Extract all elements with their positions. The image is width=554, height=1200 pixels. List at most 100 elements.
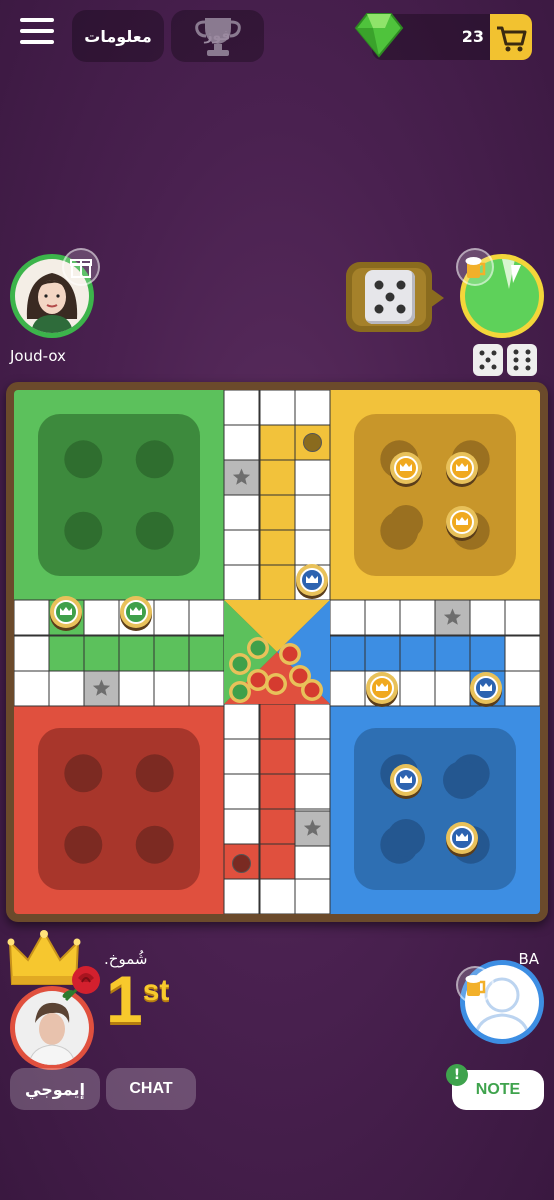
board-cell[interactable] bbox=[364, 635, 401, 672]
blue-base-inner bbox=[354, 728, 516, 890]
board-cell[interactable] bbox=[469, 635, 506, 672]
board-cell[interactable] bbox=[294, 529, 331, 566]
board-cell[interactable] bbox=[188, 670, 225, 707]
player-token[interactable] bbox=[250, 640, 266, 656]
board-cell[interactable] bbox=[294, 773, 331, 810]
player-token[interactable] bbox=[232, 684, 248, 700]
board-cell[interactable] bbox=[259, 703, 296, 740]
board-cell[interactable] bbox=[399, 635, 436, 672]
board-cell[interactable] bbox=[259, 843, 296, 880]
board-cell[interactable] bbox=[329, 599, 366, 636]
wins-button[interactable]: فوز bbox=[171, 10, 264, 62]
board-cell[interactable] bbox=[329, 635, 366, 672]
board-cell[interactable] bbox=[153, 635, 190, 672]
token-slot bbox=[389, 505, 423, 539]
info-button[interactable]: معلومات bbox=[72, 10, 164, 62]
chat-button-label: CHAT bbox=[129, 1080, 173, 1097]
player-token[interactable] bbox=[292, 668, 308, 684]
player-token[interactable] bbox=[232, 656, 248, 672]
gift-icon[interactable] bbox=[62, 248, 100, 286]
token-slot bbox=[64, 440, 103, 479]
board-cell[interactable] bbox=[294, 843, 331, 880]
board-cell[interactable] bbox=[188, 599, 225, 636]
dice-five-icon[interactable] bbox=[365, 270, 415, 324]
token-slot bbox=[135, 754, 174, 793]
gem-count: 23 bbox=[461, 27, 484, 46]
board-grid[interactable] bbox=[14, 390, 540, 914]
player-token[interactable] bbox=[282, 646, 298, 662]
board-cell[interactable] bbox=[259, 494, 296, 531]
board-cell[interactable] bbox=[294, 878, 331, 914]
board-cell[interactable] bbox=[223, 738, 260, 775]
note-button-label: NOTE bbox=[475, 1081, 521, 1098]
board-cell[interactable] bbox=[294, 459, 331, 496]
player-token[interactable] bbox=[304, 682, 320, 698]
board-cell[interactable] bbox=[399, 670, 436, 707]
board-cell[interactable] bbox=[294, 703, 331, 740]
board-cell[interactable] bbox=[294, 738, 331, 775]
board-cell[interactable] bbox=[294, 390, 331, 426]
board-cell[interactable] bbox=[223, 703, 260, 740]
board-cell[interactable] bbox=[469, 599, 506, 636]
board-cell[interactable] bbox=[223, 564, 260, 601]
board-cell[interactable] bbox=[48, 635, 85, 672]
board-cell[interactable] bbox=[223, 773, 260, 810]
board-cell[interactable] bbox=[223, 878, 260, 914]
board-cell[interactable] bbox=[48, 670, 85, 707]
board-cell[interactable] bbox=[223, 494, 260, 531]
board-cell[interactable] bbox=[259, 459, 296, 496]
board-cell[interactable] bbox=[153, 599, 190, 636]
board-cell[interactable] bbox=[259, 424, 296, 461]
shopping-cart-icon[interactable] bbox=[490, 14, 532, 60]
board-cell[interactable] bbox=[259, 529, 296, 566]
token-slot bbox=[387, 819, 425, 857]
board-cell[interactable] bbox=[223, 808, 260, 845]
globe-icon bbox=[232, 854, 251, 873]
board-cell[interactable] bbox=[434, 635, 471, 672]
board-cell[interactable] bbox=[434, 670, 471, 707]
token-slot bbox=[64, 754, 103, 793]
green-base-inner bbox=[38, 414, 200, 576]
emoji-button[interactable]: إيموجي bbox=[10, 1068, 100, 1110]
yellow-base-inner bbox=[354, 414, 516, 576]
board-cell[interactable] bbox=[153, 670, 190, 707]
menu-icon[interactable] bbox=[20, 18, 54, 48]
board-cell[interactable] bbox=[223, 424, 260, 461]
current-dice[interactable] bbox=[346, 262, 444, 332]
board-cell[interactable] bbox=[259, 390, 296, 426]
board-cell[interactable] bbox=[118, 670, 155, 707]
board-cell[interactable] bbox=[223, 529, 260, 566]
board-cell[interactable] bbox=[294, 494, 331, 531]
board-cell[interactable] bbox=[504, 670, 540, 707]
beer-mug-icon bbox=[456, 248, 494, 286]
player-token[interactable] bbox=[250, 672, 266, 688]
board-cell[interactable] bbox=[83, 599, 120, 636]
rank-badge: 1st bbox=[106, 966, 169, 1032]
board-cell[interactable] bbox=[259, 878, 296, 914]
rose-icon bbox=[62, 966, 100, 1002]
top-bar: معلومات فوز 23 bbox=[0, 0, 554, 80]
player-name-top-left: Joud-ox bbox=[10, 347, 66, 365]
board-cell[interactable] bbox=[14, 670, 50, 707]
note-alert-badge: ! bbox=[446, 1064, 468, 1086]
rank-suffix: st bbox=[142, 974, 170, 1007]
board-cell[interactable] bbox=[399, 599, 436, 636]
board-cell[interactable] bbox=[118, 635, 155, 672]
player-token[interactable] bbox=[268, 676, 284, 692]
board-cell[interactable] bbox=[14, 635, 50, 672]
token-slot bbox=[443, 761, 481, 799]
board-cell[interactable] bbox=[83, 635, 120, 672]
board-cell[interactable] bbox=[259, 808, 296, 845]
board-cell[interactable] bbox=[223, 390, 260, 426]
board-cell[interactable] bbox=[14, 599, 50, 636]
chat-button[interactable]: CHAT bbox=[106, 1068, 196, 1110]
board-cell[interactable] bbox=[188, 635, 225, 672]
board-cell[interactable] bbox=[329, 670, 366, 707]
red-base-inner bbox=[38, 728, 200, 890]
board-cell[interactable] bbox=[259, 738, 296, 775]
board-cell[interactable] bbox=[259, 564, 296, 601]
board-cell[interactable] bbox=[504, 599, 540, 636]
board-cell[interactable] bbox=[504, 635, 540, 672]
board-cell[interactable] bbox=[364, 599, 401, 636]
board-cell[interactable] bbox=[259, 773, 296, 810]
